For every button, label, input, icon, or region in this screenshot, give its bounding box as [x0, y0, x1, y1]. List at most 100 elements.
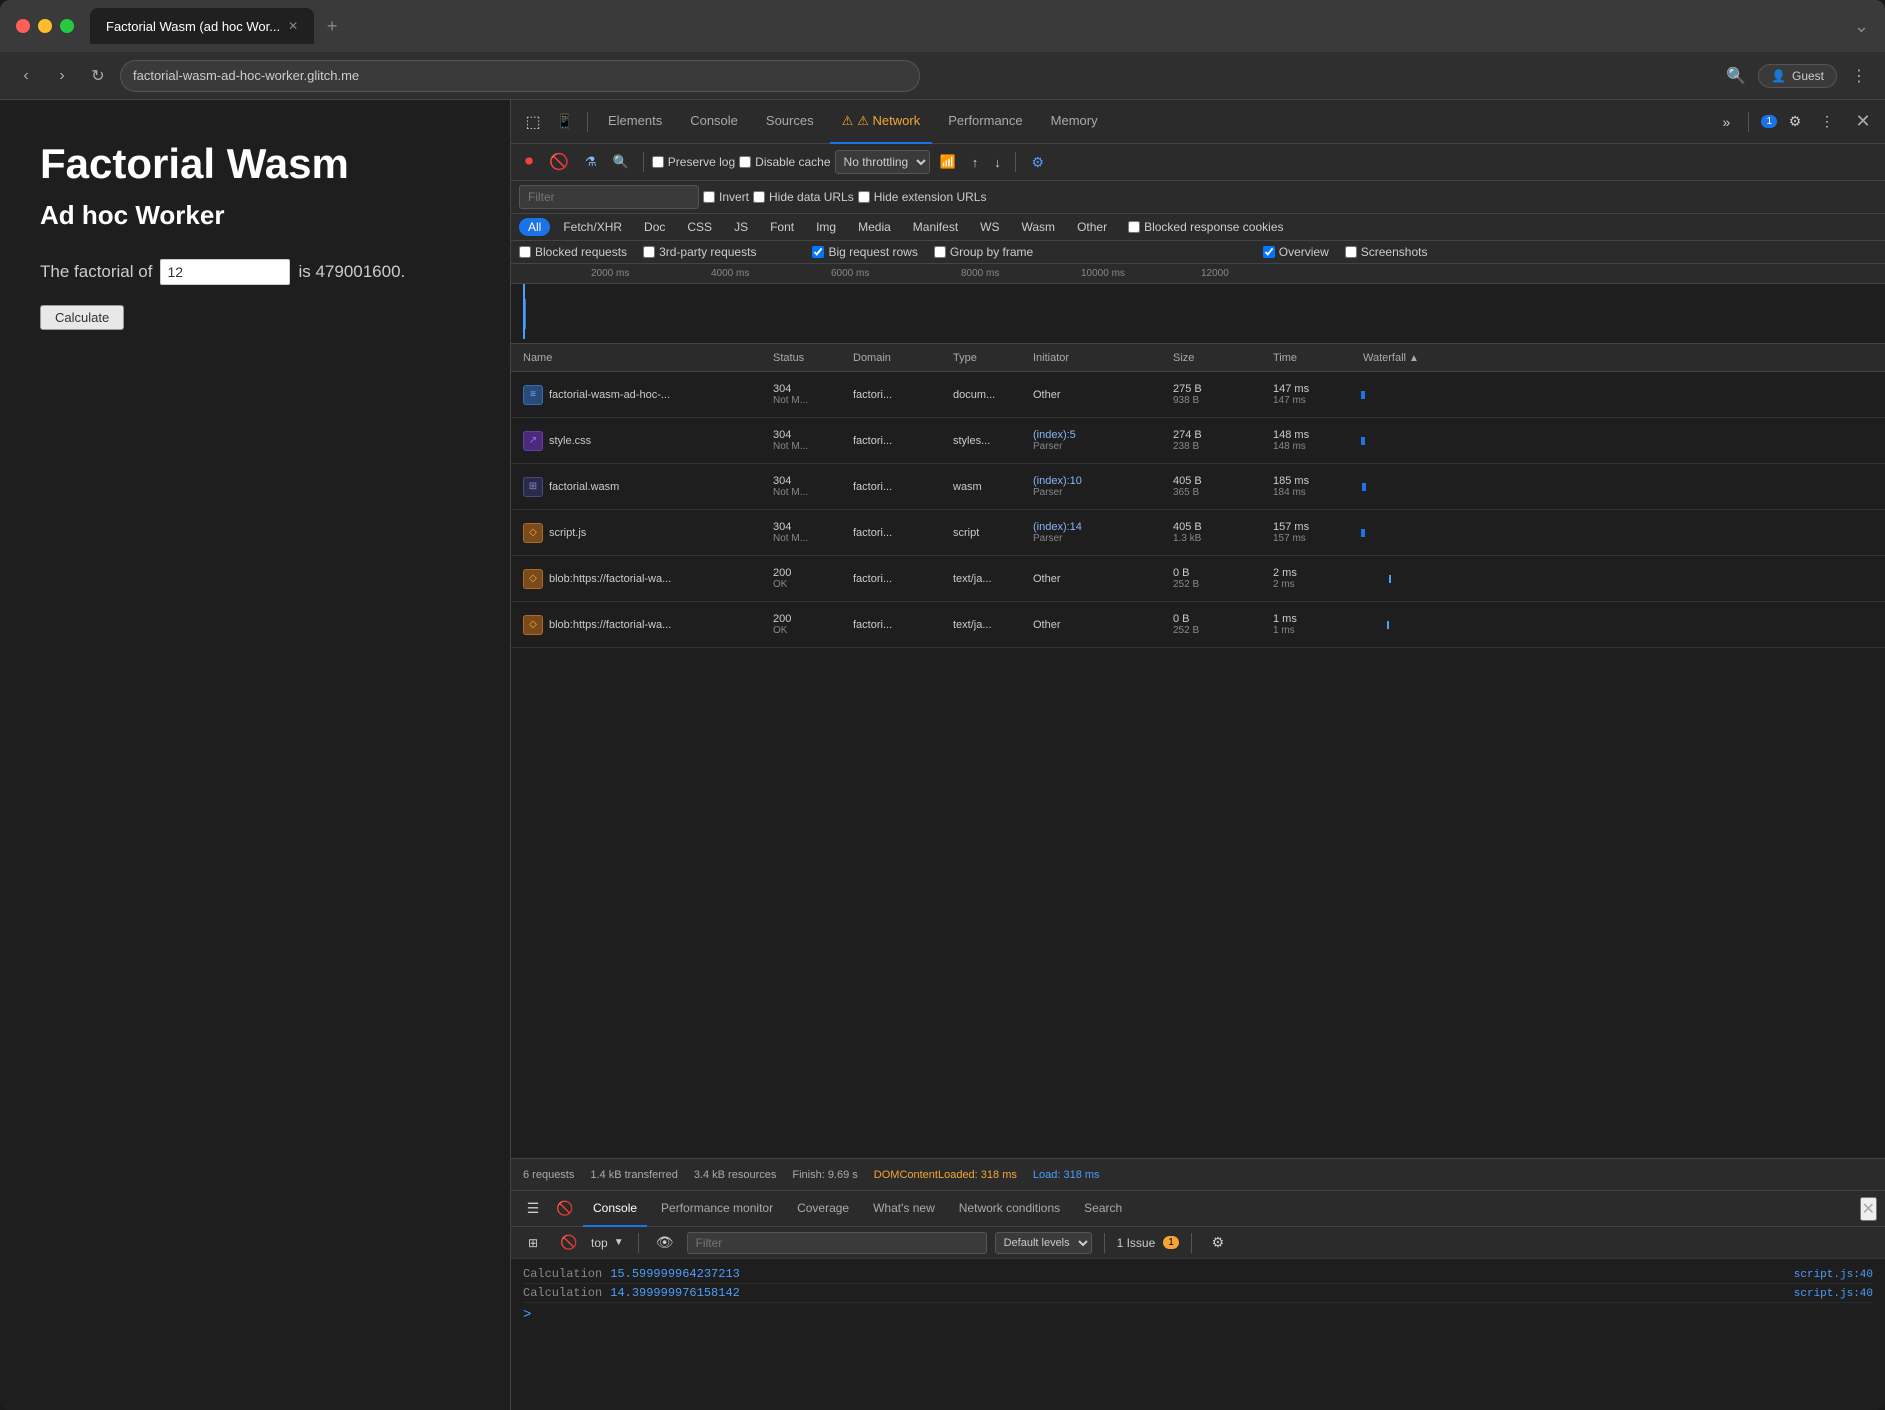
- col-type[interactable]: Type: [945, 352, 1025, 364]
- tab-performance[interactable]: Performance: [936, 100, 1034, 144]
- col-domain[interactable]: Domain: [845, 352, 945, 364]
- filter-tab-img[interactable]: Img: [807, 218, 845, 236]
- filter-tab-css[interactable]: CSS: [678, 218, 721, 236]
- forward-btn[interactable]: ›: [48, 62, 76, 90]
- filter-tab-ws[interactable]: WS: [971, 218, 1008, 236]
- device-toolbar-btn[interactable]: 📱: [551, 108, 579, 136]
- timeline[interactable]: 2000 ms 4000 ms 6000 ms 8000 ms 10000 ms…: [511, 264, 1885, 344]
- tab-network[interactable]: ⚠ ⚠ Network: [830, 100, 933, 144]
- big-request-rows-checkbox[interactable]: [812, 246, 824, 258]
- search-btn[interactable]: 🔍: [607, 152, 635, 172]
- guest-profile-btn[interactable]: 👤 Guest: [1758, 64, 1837, 88]
- col-size[interactable]: Size: [1165, 352, 1265, 364]
- group-by-frame-checkbox[interactable]: [934, 246, 946, 258]
- filter-tab-all[interactable]: All: [519, 218, 550, 236]
- blocked-requests-checkbox[interactable]: [519, 246, 531, 258]
- filter-tab-manifest[interactable]: Manifest: [904, 218, 967, 236]
- tab-memory[interactable]: Memory: [1039, 100, 1110, 144]
- console-source-2[interactable]: script.js:40: [1794, 1288, 1873, 1300]
- table-row[interactable]: ↗ style.css 304 Not M... factori... styl…: [511, 418, 1885, 464]
- blocked-requests-label[interactable]: Blocked requests: [519, 245, 627, 259]
- third-party-checkbox[interactable]: [643, 246, 655, 258]
- col-name[interactable]: Name: [515, 352, 765, 364]
- filter-tab-other[interactable]: Other: [1068, 218, 1116, 236]
- invert-checkbox[interactable]: [703, 191, 715, 203]
- inspect-element-btn[interactable]: ⬚: [519, 108, 547, 136]
- more-tabs-btn[interactable]: »: [1712, 108, 1740, 136]
- reload-btn[interactable]: ↻: [84, 62, 112, 90]
- big-request-rows-label[interactable]: Big request rows: [812, 245, 917, 259]
- preserve-log-checkbox[interactable]: [652, 156, 664, 168]
- new-tab-btn[interactable]: +: [318, 12, 346, 40]
- console-close-btn[interactable]: ✕: [1860, 1197, 1877, 1221]
- filter-input[interactable]: [519, 185, 699, 209]
- tab-sources[interactable]: Sources: [754, 100, 826, 144]
- hide-extension-urls-label[interactable]: Hide extension URLs: [858, 190, 987, 204]
- col-waterfall[interactable]: Waterfall ▲: [1355, 352, 1881, 364]
- more-options-btn[interactable]: ⋮: [1845, 62, 1873, 90]
- overview-label[interactable]: Overview: [1263, 245, 1329, 259]
- console-tab-whats-new[interactable]: What's new: [863, 1191, 945, 1227]
- screenshots-checkbox[interactable]: [1345, 246, 1357, 258]
- settings-btn[interactable]: ⚙: [1781, 108, 1809, 136]
- filter-tab-doc[interactable]: Doc: [635, 218, 674, 236]
- chevron-down-icon[interactable]: ⌄: [1854, 16, 1869, 37]
- table-row[interactable]: ◇ blob:https://factorial-wa... 200 OK fa…: [511, 556, 1885, 602]
- back-btn[interactable]: ‹: [12, 62, 40, 90]
- download-btn[interactable]: ↓: [988, 153, 1007, 172]
- console-settings-btn[interactable]: ⚙: [1204, 1229, 1232, 1257]
- preserve-log-label[interactable]: Preserve log: [652, 155, 735, 169]
- blocked-response-cookies-label[interactable]: Blocked response cookies: [1128, 220, 1283, 234]
- tab-elements[interactable]: Elements: [596, 100, 674, 144]
- hide-data-urls-label[interactable]: Hide data URLs: [753, 190, 854, 204]
- devtools-close-btn[interactable]: ✕: [1849, 108, 1877, 136]
- filter-tab-fetchxhr[interactable]: Fetch/XHR: [554, 218, 631, 236]
- console-clear-btn[interactable]: 🚫: [551, 1195, 579, 1223]
- tab-close-btn[interactable]: ✕: [288, 19, 298, 33]
- console-clear-log-btn[interactable]: 🚫: [555, 1229, 583, 1257]
- hide-extension-checkbox[interactable]: [858, 191, 870, 203]
- minimize-traffic-light[interactable]: [38, 19, 52, 33]
- console-eye-btn[interactable]: 👁: [651, 1229, 679, 1257]
- filter-tab-js[interactable]: JS: [725, 218, 757, 236]
- devtools-menu-btn[interactable]: ⋮: [1813, 108, 1841, 136]
- close-traffic-light[interactable]: [16, 19, 30, 33]
- hide-data-urls-checkbox[interactable]: [753, 191, 765, 203]
- factorial-input[interactable]: [160, 259, 290, 285]
- console-source-1[interactable]: script.js:40: [1794, 1269, 1873, 1281]
- console-sidebar-toggle[interactable]: ⊞: [519, 1229, 547, 1257]
- console-sidebar-btn[interactable]: ☰: [519, 1195, 547, 1223]
- col-status[interactable]: Status: [765, 352, 845, 364]
- table-row[interactable]: ≡ factorial-wasm-ad-hoc-... 304 Not M...…: [511, 372, 1885, 418]
- upload-btn[interactable]: ↑: [966, 153, 985, 172]
- screenshots-label[interactable]: Screenshots: [1345, 245, 1428, 259]
- console-prompt-icon[interactable]: >: [523, 1307, 531, 1323]
- filter-tab-wasm[interactable]: Wasm: [1013, 218, 1065, 236]
- console-filter-input[interactable]: [687, 1232, 987, 1254]
- tab-console[interactable]: Console: [678, 100, 750, 144]
- calculate-button[interactable]: Calculate: [40, 305, 124, 330]
- active-tab[interactable]: Factorial Wasm (ad hoc Wor... ✕: [90, 8, 314, 44]
- disable-cache-checkbox[interactable]: [739, 156, 751, 168]
- overview-checkbox[interactable]: [1263, 246, 1275, 258]
- col-initiator[interactable]: Initiator: [1025, 352, 1165, 364]
- filter-tab-font[interactable]: Font: [761, 218, 803, 236]
- record-btn[interactable]: ⏺: [519, 151, 539, 173]
- context-dropdown-btn[interactable]: ▼: [612, 1237, 626, 1248]
- network-table[interactable]: Name Status Domain Type Initiator Size T…: [511, 344, 1885, 1158]
- url-bar[interactable]: factorial-wasm-ad-hoc-worker.glitch.me: [120, 60, 920, 92]
- throttle-select[interactable]: No throttling: [835, 150, 930, 174]
- table-row[interactable]: ◇ blob:https://factorial-wa... 200 OK fa…: [511, 602, 1885, 648]
- table-row[interactable]: ⊞ factorial.wasm 304 Not M... factori...…: [511, 464, 1885, 510]
- maximize-traffic-light[interactable]: [60, 19, 74, 33]
- zoom-btn[interactable]: 🔍: [1722, 62, 1750, 90]
- levels-select[interactable]: Default levels: [995, 1232, 1092, 1254]
- disable-cache-label[interactable]: Disable cache: [739, 155, 830, 169]
- console-tab-perf[interactable]: Performance monitor: [651, 1191, 783, 1227]
- group-by-frame-label[interactable]: Group by frame: [934, 245, 1033, 259]
- invert-label[interactable]: Invert: [703, 190, 749, 204]
- network-settings-btn[interactable]: ⚙: [1024, 148, 1052, 176]
- filter-btn[interactable]: ⚗: [579, 152, 603, 172]
- third-party-label[interactable]: 3rd-party requests: [643, 245, 756, 259]
- console-tab-coverage[interactable]: Coverage: [787, 1191, 859, 1227]
